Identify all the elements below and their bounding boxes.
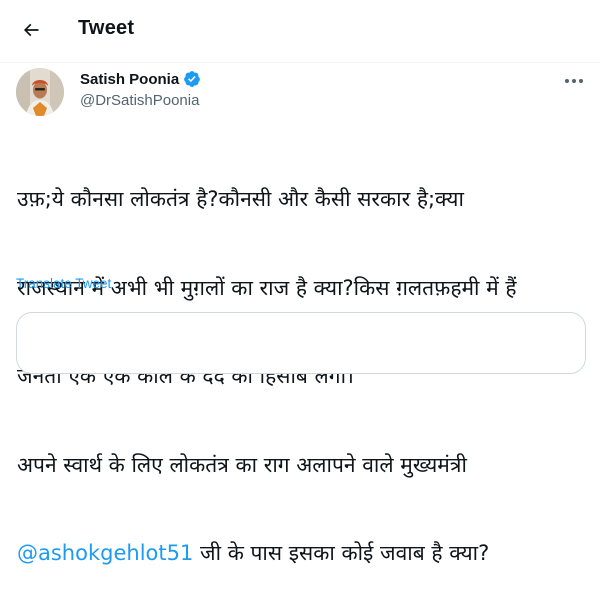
mention-link[interactable]: @ashokgehlot51 bbox=[17, 541, 193, 565]
more-options-icon bbox=[565, 79, 583, 83]
back-arrow-icon bbox=[23, 23, 39, 37]
more-options-button[interactable] bbox=[560, 72, 588, 90]
author-name[interactable]: Satish Poonia bbox=[80, 70, 201, 88]
tweet-text-line: अपने स्वार्थ के लिए लोकतंत्र का राग अलाप… bbox=[17, 452, 467, 477]
author-handle[interactable]: @DrSatishPoonia bbox=[80, 92, 199, 109]
page-title: Tweet bbox=[78, 17, 135, 39]
tweet-text-line-rest: जी के पास इसका कोई जवाब है क्या? bbox=[193, 541, 490, 565]
top-bar: Tweet bbox=[0, 0, 600, 63]
verified-badge-icon bbox=[184, 71, 201, 87]
back-button[interactable] bbox=[12, 11, 50, 49]
author-name-text: Satish Poonia bbox=[80, 70, 180, 88]
translate-tweet-link[interactable]: Translate Tweet bbox=[16, 276, 111, 291]
tweet-text-line: @ashokgehlot51 जी के पास इसका कोई जवाब ह… bbox=[17, 539, 587, 569]
tweet-text-line: उफ़;ये कौनसा लोकतंत्र है?कौनसी और कैसी स… bbox=[17, 187, 464, 211]
avatar[interactable] bbox=[16, 68, 64, 116]
avatar-photo-icon bbox=[16, 68, 64, 116]
quote-tweet-card[interactable] bbox=[16, 312, 586, 374]
